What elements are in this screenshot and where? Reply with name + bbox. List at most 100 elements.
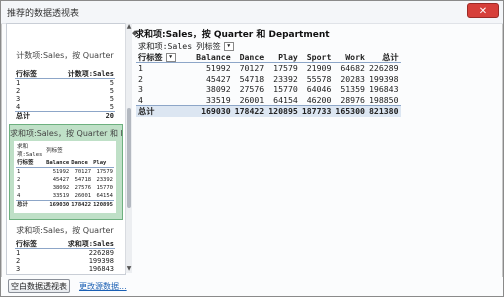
mini-cell: 26001 — [74, 193, 92, 199]
column-header: Dance — [232, 51, 267, 63]
mini-cell: 70127 — [74, 169, 92, 175]
mini-cell: 3 — [17, 185, 21, 191]
mini-cell: 27576 — [74, 185, 92, 191]
change-source-data-link[interactable]: 更改源数据... — [79, 281, 127, 292]
mini-cell: 3 — [16, 95, 21, 103]
mini-cell: 51992 — [52, 169, 70, 175]
mini-cell: 2 — [16, 87, 21, 95]
mini-cell: 23392 — [96, 177, 113, 183]
mini-header: 行标签 — [15, 240, 48, 249]
value-cell: 55578 — [306, 73, 332, 84]
mini-header: 行标签 — [16, 159, 46, 168]
mini-cell: 总计 — [16, 200, 46, 209]
value-cell: 198850 — [368, 94, 399, 105]
mini-cell: 226289 — [88, 249, 114, 257]
preview-title: 求和项:Sales，按 Quarter 和 Department — [135, 30, 330, 40]
mini-header: 行标签 — [15, 70, 48, 79]
mini-header: 求和项:Sales — [17, 144, 43, 158]
mini-header: 求和项:Sales — [47, 240, 115, 249]
mini-cell: 64154 — [96, 193, 113, 199]
value-cell: 26001 — [239, 94, 265, 105]
mini-cell: 178422 — [70, 200, 93, 209]
value-cell: 15770 — [273, 84, 298, 94]
value-cell: 45427 — [206, 73, 231, 84]
mini-preview: 求和项:Sales 列标签 行标签 Balance Dance Play 1 51… — [14, 141, 116, 213]
grand-total-cell: 165300 — [333, 105, 367, 117]
dialog-title: 推荐的数据透视表 — [7, 9, 80, 19]
mini-pivot: 行标签 求和项:Sales 1 226289 2 199398 3 196843 41… — [15, 240, 115, 274]
column-filter-dropdown-icon: ▼ — [223, 42, 234, 51]
mini-header: Play — [92, 159, 114, 168]
column-header: 总计 — [366, 51, 401, 63]
row-label: 2 — [138, 73, 143, 84]
dialog-footer: 空白数据透视表 更改源数据... — [1, 277, 503, 296]
grand-total-cell: 120895 — [266, 105, 300, 117]
mini-cell: 5 — [109, 87, 114, 95]
value-cell: 27576 — [239, 84, 265, 94]
recommendation-list[interactable]: 计数项:Sales，按 Quarter 行标签 计数项:Sales 1 5 2 5 … — [6, 23, 126, 275]
mini-cell: 198850 — [47, 273, 115, 274]
column-header: Sport — [299, 51, 334, 63]
mini-cell: 总计 — [15, 111, 48, 120]
value-cell: 64154 — [273, 94, 298, 105]
column-labels-cell: 列标签 ▼ — [194, 41, 400, 52]
pivot-table: 求和项:Sales 列标签 ▼ 行标签 ▼ Balance Dance Play S… — [136, 41, 401, 117]
value-cell: 23392 — [273, 73, 298, 84]
value-cell: 199398 — [368, 73, 399, 84]
close-button[interactable]: ✕ — [467, 3, 499, 18]
value-cell: 46200 — [306, 94, 332, 105]
mini-pivot: 行标签 计数项:Sales 1 5 2 5 3 5 4 5 总计 20 — [15, 70, 115, 120]
blank-pivottable-button[interactable]: 空白数据透视表 — [8, 279, 70, 293]
scroll-thumb[interactable] — [127, 108, 131, 208]
mini-cell: 2 — [16, 257, 21, 265]
mini-cell: 20 — [47, 111, 115, 120]
mini-cell: 1 — [16, 79, 21, 87]
mini-cell: 5 — [109, 79, 114, 87]
row-label: 3 — [138, 84, 143, 94]
value-cell: 51359 — [340, 84, 365, 94]
title-bar: 推荐的数据透视表 ✕ — [1, 1, 503, 24]
mini-cell: 15770 — [96, 185, 113, 191]
row-label: 4 — [138, 94, 143, 105]
value-cell: 64682 — [340, 63, 365, 73]
recommendation-count-by-quarter[interactable]: 计数项:Sales，按 Quarter 行标签 计数项:Sales 1 5 2 5 … — [9, 26, 121, 124]
value-cell: 17579 — [273, 63, 298, 73]
mini-cell: 169030 — [45, 200, 71, 209]
column-header: Balance — [194, 51, 233, 63]
scroll-down-icon[interactable]: ▼ — [126, 265, 132, 273]
pivot-preview: 求和项:Sales 列标签 ▼ 行标签 ▼ Balance Dance Play S… — [136, 41, 498, 281]
value-cell: 54718 — [239, 73, 265, 84]
row-labels-cell: 行标签 ▼ — [136, 51, 195, 63]
value-field-label: 求和项:Sales — [138, 41, 193, 51]
list-scrollbar[interactable]: ▲ ▼ — [125, 23, 132, 273]
mini-cell: 45427 — [52, 177, 70, 183]
value-cell: 33519 — [206, 94, 231, 105]
mini-cell: 4 — [16, 103, 21, 111]
mini-cell: 1 — [16, 249, 21, 257]
row-labels-label: 行标签 — [138, 51, 163, 62]
value-cell: 38092 — [206, 84, 231, 94]
value-cell: 196843 — [368, 84, 399, 94]
value-cell: 20283 — [340, 73, 365, 84]
mini-header: 计数项:Sales — [47, 70, 115, 79]
mini-pivot: 求和项:Sales 列标签 行标签 Balance Dance Play 1 51… — [16, 143, 114, 209]
mini-cell: 199398 — [88, 257, 114, 265]
column-header: Work — [333, 51, 367, 63]
value-cell: 28976 — [340, 94, 365, 105]
mini-header: Dance — [70, 159, 93, 168]
recommendation-sum-by-quarter-department[interactable]: 求和项:Sales，按 Quarter 和 D... 求和项:Sales 列标签… — [9, 124, 123, 220]
column-labels-label: 列标签 — [196, 41, 221, 51]
grand-total-label: 总计 — [136, 105, 195, 117]
mini-cell: 38092 — [52, 185, 70, 191]
mini-cell: 2 — [17, 177, 21, 183]
mini-cell: 33519 — [52, 193, 70, 199]
value-cell: 226289 — [368, 63, 399, 73]
mini-cell: 4 — [17, 193, 21, 199]
mini-header: Balance — [45, 159, 71, 168]
recommendation-sum-by-quarter[interactable]: 求和项:Sales，按 Quarter 行标签 求和项:Sales 1 22628… — [9, 220, 121, 274]
grand-total-cell: 178422 — [232, 105, 267, 117]
mini-cell: 4 — [15, 273, 47, 274]
row-label: 1 — [138, 63, 143, 73]
value-cell: 64046 — [306, 84, 332, 94]
value-cell: 51992 — [206, 63, 231, 73]
